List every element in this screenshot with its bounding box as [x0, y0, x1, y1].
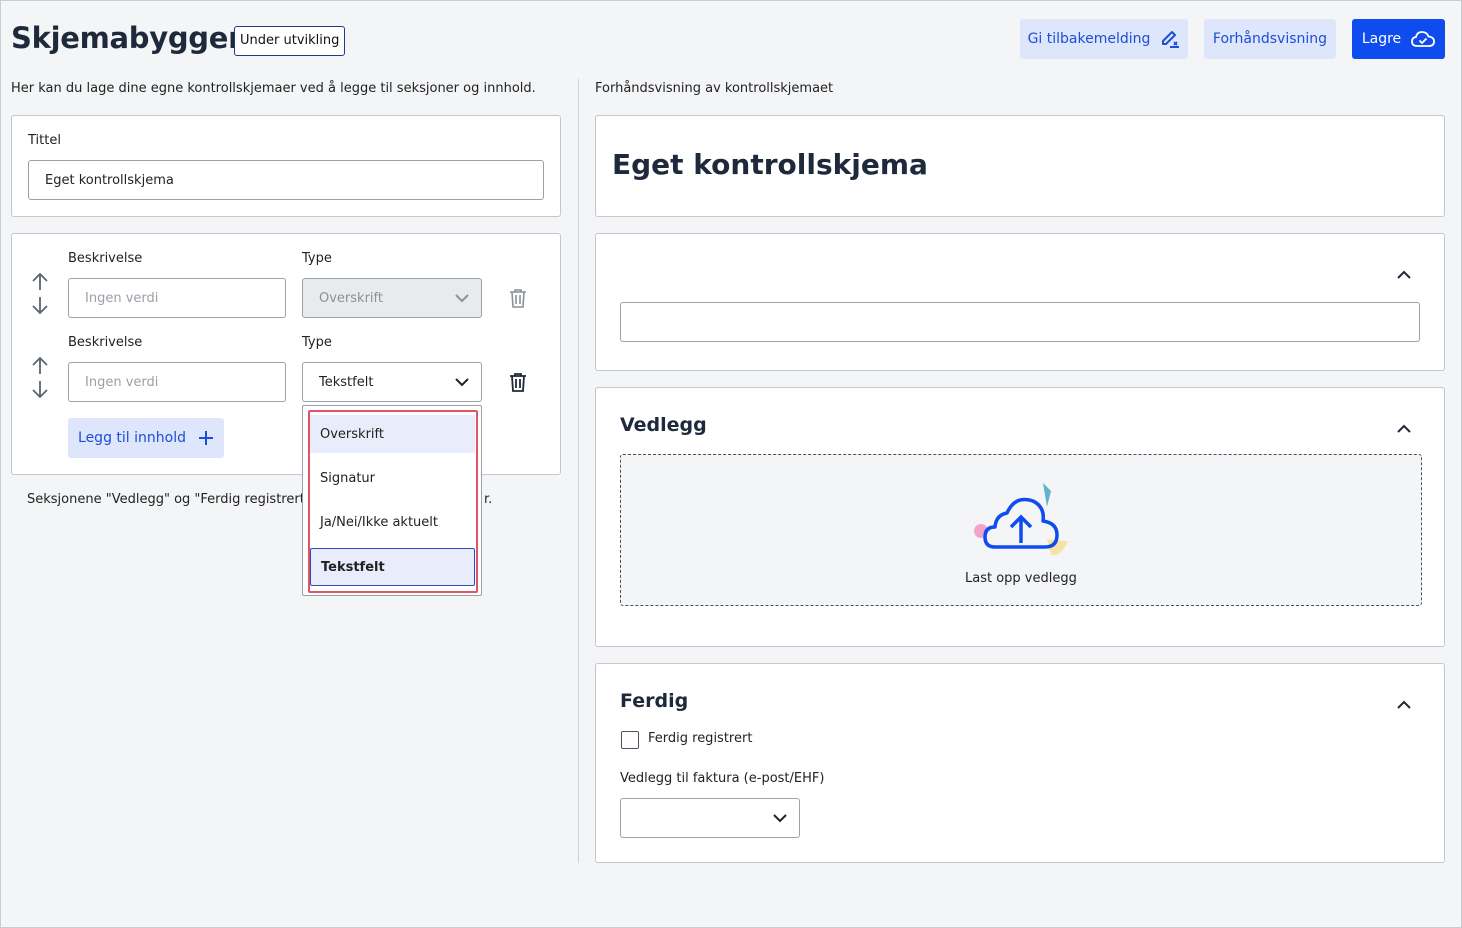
invoice-label: Vedlegg til faktura (e-post/EHF)	[620, 771, 825, 786]
row1-type-select[interactable]: Overskrift	[302, 278, 482, 318]
row2-delete-button[interactable]	[509, 372, 527, 396]
chevron-down-icon	[455, 293, 469, 302]
arrow-down-icon	[32, 381, 48, 399]
collapse-done-button[interactable]	[1397, 695, 1411, 714]
column-divider	[578, 79, 579, 863]
done-checkbox-label: Ferdig registrert	[648, 731, 753, 746]
preview-button-label: Forhåndsvisning	[1212, 31, 1328, 47]
row1-move-up-button[interactable]	[30, 272, 50, 296]
row2-move-down-button[interactable]	[30, 379, 50, 403]
row1-desc-input[interactable]: Ingen verdi	[68, 278, 286, 318]
collapse-section-button[interactable]	[1397, 265, 1411, 284]
chevron-up-icon	[1397, 700, 1411, 709]
save-button[interactable]: Lagre	[1352, 19, 1445, 59]
dropdown-highlight-box	[308, 410, 478, 593]
trash-icon	[510, 289, 526, 308]
chevron-down-icon	[455, 377, 469, 386]
preview-text-field[interactable]	[620, 302, 1420, 342]
feedback-button[interactable]: Gi tilbakemelding	[1020, 19, 1188, 59]
arrow-up-icon	[32, 356, 48, 374]
page-title: Skjemabygger	[11, 21, 243, 55]
row1-desc-label: Beskrivelse	[68, 251, 143, 266]
pencil-icon	[1162, 31, 1180, 48]
row2-type-value: Tekstfelt	[319, 374, 374, 390]
title-input[interactable]: Eget kontrollskjema	[28, 160, 544, 200]
done-title: Ferdig	[620, 690, 689, 712]
row2-desc-placeholder: Ingen verdi	[85, 374, 159, 390]
save-button-label: Lagre	[1361, 31, 1402, 47]
add-content-label: Legg til innhold	[78, 430, 186, 446]
trash-icon	[510, 373, 526, 392]
row1-move-down-button[interactable]	[30, 295, 50, 319]
chevron-down-icon	[773, 813, 787, 822]
chevron-up-icon	[1397, 424, 1411, 433]
row2-desc-input[interactable]: Ingen verdi	[68, 362, 286, 402]
chevron-up-icon	[1397, 270, 1411, 279]
invoice-select[interactable]	[620, 798, 800, 838]
done-checkbox[interactable]	[621, 731, 639, 749]
row1-desc-placeholder: Ingen verdi	[85, 290, 159, 306]
sections-note: Seksjonene "Vedlegg" og "Ferdig registre…	[27, 492, 305, 507]
row1-type-label: Type	[302, 251, 332, 266]
row2-desc-label: Beskrivelse	[68, 335, 143, 350]
arrow-down-icon	[32, 297, 48, 315]
upload-label: Last opp vedlegg	[965, 571, 1077, 586]
cloud-check-icon	[1411, 31, 1436, 47]
row2-move-up-button[interactable]	[30, 356, 50, 380]
sections-note-end: r.	[484, 492, 493, 507]
arrow-up-icon	[32, 272, 48, 290]
builder-intro: Her kan du lage dine egne kontrollskjema…	[11, 81, 536, 96]
feedback-button-label: Gi tilbakemelding	[1027, 31, 1151, 47]
status-badge: Under utvikling	[234, 26, 346, 56]
title-input-value: Eget kontrollskjema	[45, 172, 174, 188]
add-content-button[interactable]: Legg til innhold	[68, 418, 224, 458]
collapse-attachments-button[interactable]	[1397, 419, 1411, 438]
preview-form-title: Eget kontrollskjema	[612, 148, 928, 181]
preview-heading: Forhåndsvisning av kontrollskjemaet	[595, 81, 834, 96]
plus-icon	[198, 431, 213, 445]
row2-type-label: Type	[302, 335, 332, 350]
row1-delete-button[interactable]	[509, 288, 527, 312]
row2-type-select[interactable]: Tekstfelt	[302, 362, 482, 402]
row1-type-value: Overskrift	[319, 290, 383, 306]
preview-button[interactable]: Forhåndsvisning	[1204, 19, 1336, 59]
cloud-upload-icon	[971, 479, 1071, 563]
title-label: Tittel	[28, 133, 61, 148]
attachments-title: Vedlegg	[620, 414, 707, 436]
